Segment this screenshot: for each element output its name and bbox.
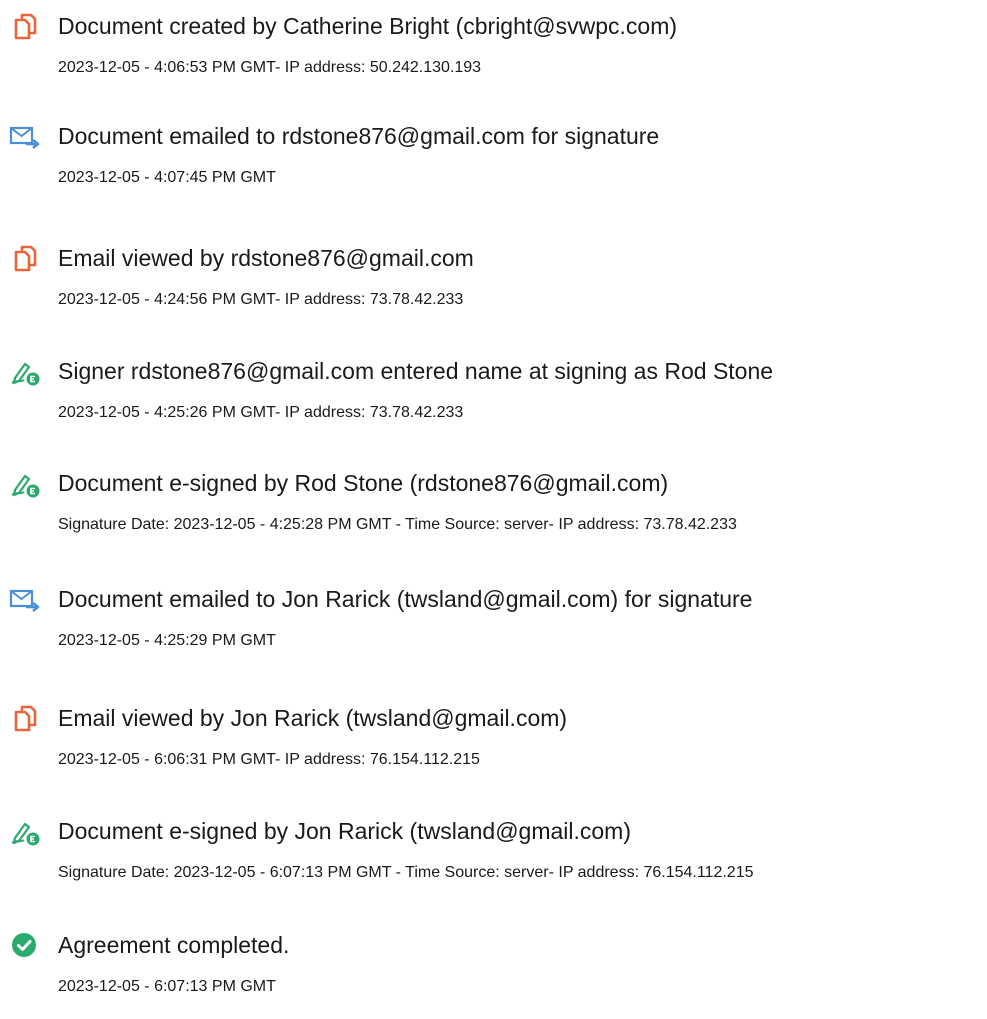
event-title: Document created by Catherine Bright (cb… (58, 13, 678, 39)
event-title: Email viewed by rdstone876@gmail.com (58, 245, 474, 271)
email-icon (9, 121, 41, 153)
event-detail: 2023-12-05 - 4:25:29 PM GMT (58, 632, 276, 649)
audit-event: Document created by Catherine Bright (cb… (0, 0, 987, 100)
signature-pen-icon (9, 356, 41, 388)
event-title: Document emailed to rdstone876@gmail.com… (58, 123, 660, 149)
event-title: Agreement completed. (58, 932, 290, 958)
event-detail: 2023-12-05 - 4:06:53 PM GMT- IP address:… (58, 59, 482, 76)
event-detail: 2023-12-05 - 4:24:56 PM GMT- IP address:… (58, 291, 464, 308)
audit-event: Document emailed to rdstone876@gmail.com… (0, 110, 987, 210)
audit-event: Document emailed to Jon Rarick (twsland@… (0, 573, 987, 673)
document-icon (9, 703, 41, 735)
event-detail: Signature Date: 2023-12-05 - 4:25:28 PM … (58, 516, 737, 533)
email-icon (9, 584, 41, 616)
event-detail: 2023-12-05 - 6:06:31 PM GMT- IP address:… (58, 751, 480, 768)
event-detail: 2023-12-05 - 6:07:13 PM GMT (58, 978, 276, 995)
audit-event: Document e-signed by Jon Rarick (twsland… (0, 805, 987, 905)
event-detail: 2023-12-05 - 4:25:26 PM GMT- IP address:… (58, 404, 464, 421)
audit-event: Document e-signed by Rod Stone (rdstone8… (0, 457, 987, 557)
audit-event: Email viewed by Jon Rarick (twsland@gmai… (0, 692, 987, 792)
event-title: Document e-signed by Jon Rarick (twsland… (58, 818, 632, 844)
event-detail: 2023-12-05 - 4:07:45 PM GMT (58, 169, 276, 186)
event-title: Signer rdstone876@gmail.com entered name… (58, 358, 774, 384)
event-detail: Signature Date: 2023-12-05 - 6:07:13 PM … (58, 864, 754, 881)
document-icon (9, 243, 41, 275)
event-title: Document e-signed by Rod Stone (rdstone8… (58, 470, 669, 496)
event-title: Document emailed to Jon Rarick (twsland@… (58, 586, 753, 612)
signature-pen-icon (9, 816, 41, 848)
document-icon (9, 11, 41, 43)
checkmark-circle-icon (9, 930, 41, 962)
audit-event: Signer rdstone876@gmail.com entered name… (0, 345, 987, 445)
audit-event: Email viewed by rdstone876@gmail.com 202… (0, 232, 987, 332)
audit-event: Agreement completed. 2023-12-05 - 6:07:1… (0, 919, 987, 1019)
signature-pen-icon (9, 468, 41, 500)
event-title: Email viewed by Jon Rarick (twsland@gmai… (58, 705, 568, 731)
